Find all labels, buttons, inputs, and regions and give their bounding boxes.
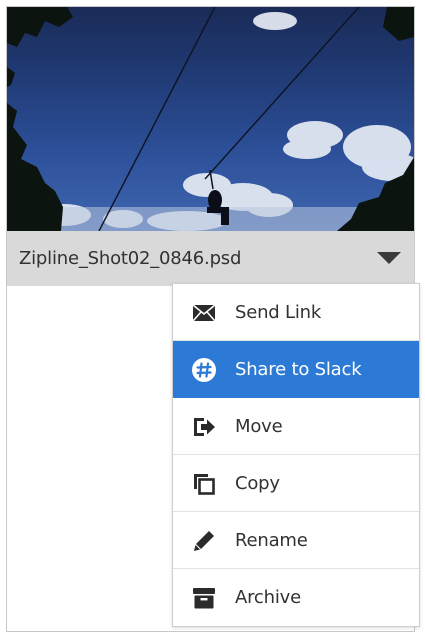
menu-item-label: Move — [235, 416, 283, 437]
zipline-photo — [7, 7, 414, 231]
menu-item-label: Send Link — [235, 302, 322, 323]
menu-item-send-link[interactable]: Send Link — [173, 284, 419, 341]
move-arrow-icon — [194, 418, 215, 436]
menu-item-label: Archive — [235, 587, 301, 608]
menu-item-label: Share to Slack — [235, 359, 362, 380]
copy-icon — [194, 474, 215, 495]
context-menu: Send Link Share to Slack Move Copy Renam… — [172, 283, 420, 627]
slack-icon — [192, 358, 216, 382]
caret-down-icon — [377, 252, 401, 264]
menu-item-label: Copy — [235, 473, 280, 494]
archive-box-icon — [193, 588, 215, 609]
file-name: Zipline_Shot02_0846.psd — [19, 248, 242, 269]
menu-item-move[interactable]: Move — [173, 398, 419, 455]
dropdown-toggle-button[interactable] — [372, 243, 406, 273]
image-thumbnail[interactable] — [7, 7, 414, 231]
pencil-icon — [194, 531, 214, 551]
envelope-icon — [192, 304, 216, 322]
menu-item-share-to-slack[interactable]: Share to Slack — [173, 341, 419, 398]
menu-item-archive[interactable]: Archive — [173, 569, 419, 626]
menu-item-rename[interactable]: Rename — [173, 512, 419, 569]
menu-item-label: Rename — [235, 530, 308, 551]
menu-item-copy[interactable]: Copy — [173, 455, 419, 512]
file-info-bar: Zipline_Shot02_0846.psd — [7, 231, 414, 286]
